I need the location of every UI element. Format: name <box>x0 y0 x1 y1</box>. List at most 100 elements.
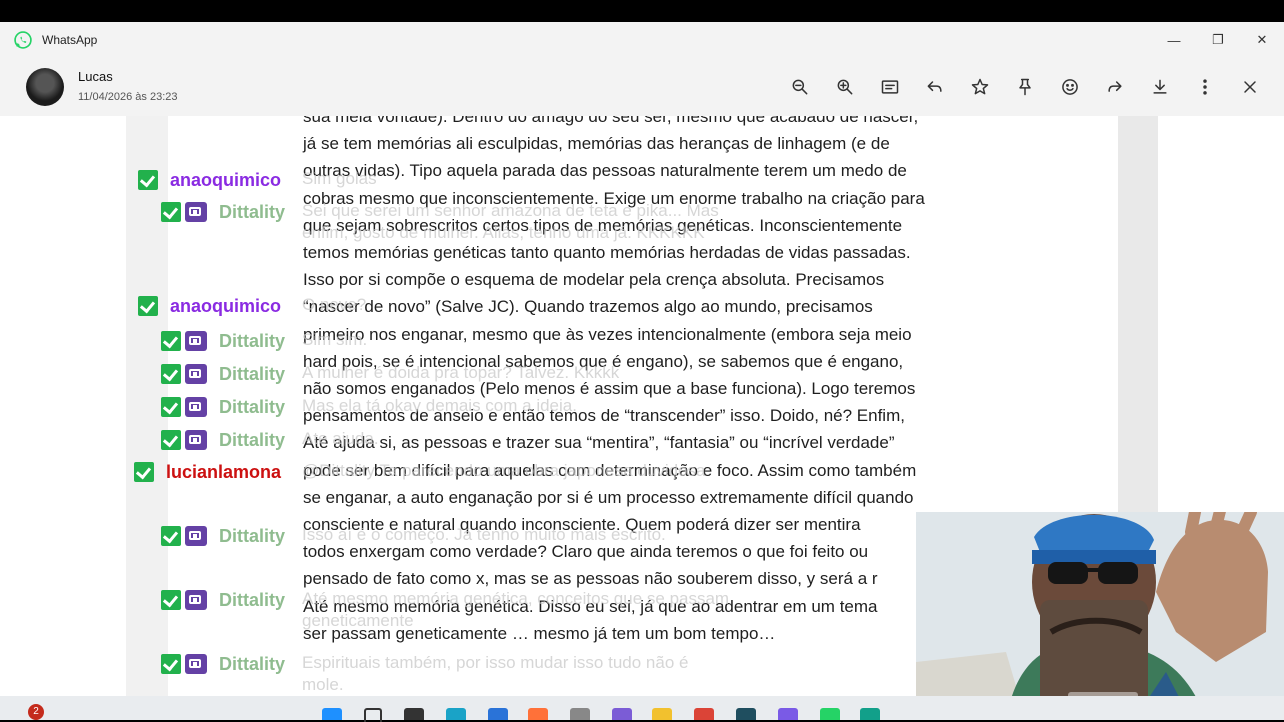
chat-message: lucianlamona <box>134 460 281 484</box>
zoom-out-icon <box>792 79 807 95</box>
close-icon <box>1243 81 1256 93</box>
discord-icon[interactable] <box>778 708 798 720</box>
chat-username: lucianlamona <box>166 461 282 482</box>
chat-username: Dittality <box>219 653 286 674</box>
close-window-button[interactable]: ✕ <box>1240 22 1284 58</box>
verified-badge-icon <box>161 526 181 546</box>
chat-message-text: Espirituais também, por isso mudar isso … <box>302 653 689 694</box>
media-viewer-header: Lucas 11/04/2026 às 23:23 <box>0 58 1284 116</box>
verified-badge-icon <box>161 331 181 351</box>
pin-icon <box>1018 78 1031 96</box>
star-icon <box>971 78 988 95</box>
forward-icon <box>1107 81 1122 92</box>
chat-message-text: O neve? <box>302 295 367 314</box>
download-button[interactable] <box>1137 74 1182 100</box>
whatsapp-taskbar-icon[interactable] <box>820 708 840 720</box>
window-titlebar: WhatsApp — ❐ ✕ <box>0 22 1284 58</box>
subscriber-badge-icon <box>185 364 207 384</box>
chat-username: Dittality <box>219 201 286 222</box>
zoom-in-button[interactable] <box>822 74 867 100</box>
avatar[interactable] <box>26 68 64 106</box>
streamer-webcam-image <box>916 512 1284 720</box>
zoom-out-button[interactable] <box>777 74 822 100</box>
close-viewer-button[interactable] <box>1227 74 1272 100</box>
chat-username: Dittality <box>219 363 286 384</box>
emoji-icon <box>1061 79 1078 95</box>
chat-username: Dittality <box>219 429 286 450</box>
top-black-bar <box>0 0 1284 22</box>
chat-message: Dittality <box>161 588 285 612</box>
chat-message: Dittality <box>161 395 285 419</box>
windows-taskbar: 2 <box>0 696 1284 722</box>
zoom-in-icon <box>837 79 852 95</box>
download-icon <box>1152 79 1167 94</box>
app2-icon[interactable] <box>860 708 880 720</box>
windows-start-icon[interactable] <box>322 708 342 720</box>
star-button[interactable] <box>957 74 1002 100</box>
verified-badge-icon <box>138 170 158 190</box>
contact-name: Lucas <box>78 69 113 84</box>
subscriber-badge-icon <box>185 331 207 351</box>
chat-message: Dittality <box>161 428 285 452</box>
chat-username: Dittality <box>219 330 286 351</box>
app-title: WhatsApp <box>42 33 98 47</box>
task-view-icon[interactable] <box>404 708 424 720</box>
minimize-button[interactable]: — <box>1152 22 1196 58</box>
window-controls: — ❐ ✕ <box>1152 22 1284 58</box>
subscriber-badge-icon <box>185 202 207 222</box>
verified-badge-icon <box>161 590 181 610</box>
file-explorer-icon[interactable] <box>652 708 672 720</box>
chat-username: anaoquimico <box>170 295 282 316</box>
chat-message-text: A mulher é doida pra topar? Talvez. Kkkk… <box>302 363 620 382</box>
restore-button[interactable]: ❐ <box>1196 22 1240 58</box>
whatsapp-logo-icon <box>14 31 32 49</box>
copilot-icon[interactable] <box>612 708 632 720</box>
extract-text-button[interactable] <box>867 74 912 100</box>
notification-badge[interactable]: 2 <box>28 704 44 720</box>
chat-message-text: Sim golas <box>302 169 377 188</box>
more-options-button[interactable] <box>1182 74 1227 100</box>
message-timestamp: 11/04/2026 às 23:23 <box>78 91 178 103</box>
chat-message-text: Isso aí é o começo. Já tenho muito mais … <box>302 525 666 544</box>
subscriber-badge-icon <box>185 397 207 417</box>
chat-message: anaoquimico <box>138 168 281 192</box>
firefox-icon[interactable] <box>528 708 548 720</box>
chat-username: Dittality <box>219 525 286 546</box>
chat-message-text: Ate ajuda. <box>302 429 379 448</box>
chat-message-text: Sim sim. <box>302 330 368 349</box>
chat-message: Dittality <box>161 329 285 353</box>
chat-message: Dittality <box>161 524 285 548</box>
verified-badge-icon <box>161 364 181 384</box>
chat-message: Dittality <box>161 652 285 676</box>
chat-username: Dittality <box>219 589 286 610</box>
chat-username: anaoquimico <box>170 169 282 190</box>
verified-badge-icon <box>138 296 158 316</box>
forward-button[interactable] <box>1092 74 1137 100</box>
chat-username: Dittality <box>219 396 286 417</box>
verified-badge-icon <box>161 430 181 450</box>
chat-message-text: Mas ela tá okay demais com a ideia. <box>302 396 577 415</box>
reply-button[interactable] <box>912 74 957 100</box>
verified-badge-icon <box>161 202 181 222</box>
terminal-icon[interactable] <box>736 708 756 720</box>
document-line: sua meia vontade). Dentro do âmago do se… <box>303 116 919 126</box>
text-icon <box>881 80 898 94</box>
subscriber-badge-icon <box>185 590 207 610</box>
pin-button[interactable] <box>1002 74 1047 100</box>
verified-badge-icon <box>161 654 181 674</box>
chat-message: Dittality <box>161 362 285 386</box>
chrome-icon[interactable] <box>694 708 714 720</box>
reply-icon <box>927 81 942 92</box>
chat-message-text: Até mesmo memória genética, conceitos qu… <box>302 589 730 630</box>
subscriber-badge-icon <box>185 654 207 674</box>
document-line: se enganar, a auto enganação por si é um… <box>303 487 914 507</box>
react-button[interactable] <box>1047 74 1092 100</box>
document-line: já se tem memórias ali esculpidas, memór… <box>303 134 890 154</box>
chat-message-text: Sei que serei um senhor amazona de teta … <box>302 201 719 242</box>
edge-icon[interactable] <box>446 708 466 720</box>
app-icon[interactable] <box>570 708 590 720</box>
webcam-overlay <box>916 512 1284 720</box>
store-icon[interactable] <box>488 708 508 720</box>
subscriber-badge-icon <box>185 526 207 546</box>
chat-message: Dittality <box>161 200 285 224</box>
